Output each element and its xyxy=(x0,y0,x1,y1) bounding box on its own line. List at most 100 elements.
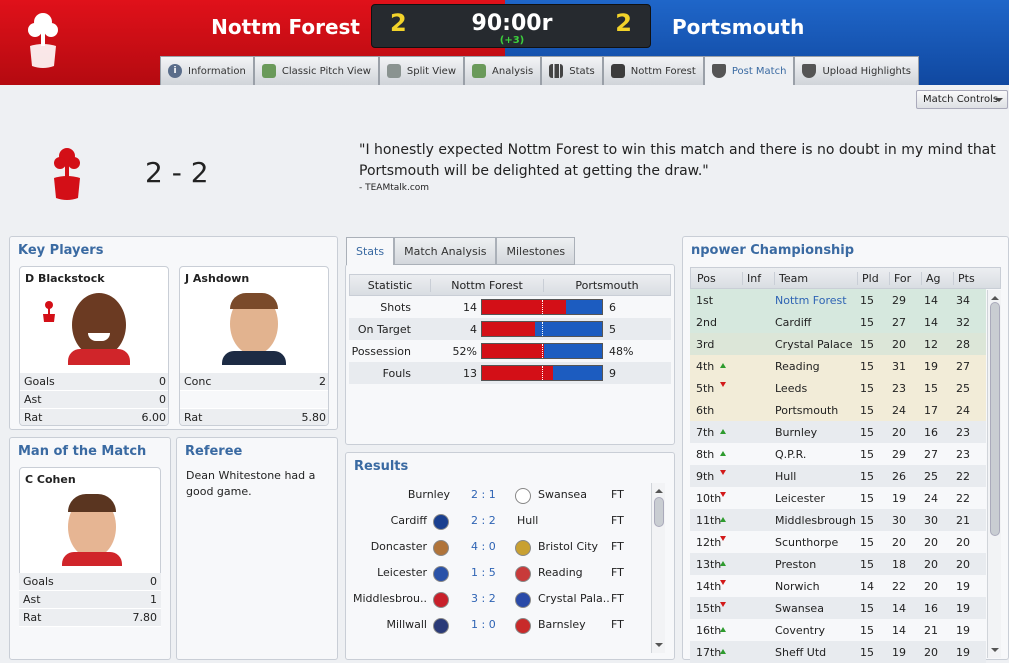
away-club: Swansea xyxy=(538,488,587,501)
league-row[interactable]: 8th Q.P.R. 15 29 27 23 xyxy=(690,443,986,465)
league-row[interactable]: 6th Portsmouth 15 24 17 24 xyxy=(690,399,986,421)
panel-title: Referee xyxy=(185,444,243,459)
scroll-up-icon[interactable] xyxy=(991,292,999,300)
scroll-down-icon[interactable] xyxy=(991,648,999,656)
result-score: 2 : 2 xyxy=(471,514,496,527)
result-row[interactable]: Cardiff 2 : 2 Hull FT xyxy=(355,508,645,534)
cell-team[interactable]: Sheff Utd xyxy=(775,646,826,659)
tab-milestones[interactable]: Milestones xyxy=(496,237,576,265)
scroll-up-icon[interactable] xyxy=(655,485,663,493)
tab-upload-highlights[interactable]: Upload Highlights xyxy=(794,56,920,85)
cell-team[interactable]: Leicester xyxy=(775,492,825,505)
cell-team[interactable]: Burnley xyxy=(775,426,817,439)
column-header-for[interactable]: For xyxy=(890,271,922,285)
cell-team[interactable]: Hull xyxy=(775,470,796,483)
tab-post-match[interactable]: Post Match xyxy=(703,56,795,85)
league-row[interactable]: 12th Scunthorpe 15 20 20 20 xyxy=(690,531,986,553)
tab-match-analysis[interactable]: Match Analysis xyxy=(394,237,497,265)
result-row[interactable]: Millwall 1 : 0 Barnsley FT xyxy=(355,612,645,638)
panel-title: npower Championship xyxy=(691,243,855,258)
club-badge-icon xyxy=(515,488,531,504)
cell-pld: 15 xyxy=(860,404,874,417)
league-row[interactable]: 16th Coventry 15 14 21 19 xyxy=(690,619,986,641)
league-row[interactable]: 13th Preston 15 18 20 20 xyxy=(690,553,986,575)
cell-team[interactable]: Leeds xyxy=(775,382,807,395)
cell-ag: 12 xyxy=(924,338,938,351)
player-card-ashdown[interactable]: J Ashdown Conc 2 Rat 5.80 xyxy=(179,266,329,426)
tab-information[interactable]: i Information xyxy=(160,56,254,85)
arrow-down-icon xyxy=(720,580,726,588)
match-controls-dropdown[interactable]: Match Controls xyxy=(916,90,1008,109)
cell-pts: 28 xyxy=(956,338,970,351)
cell-team[interactable]: Preston xyxy=(775,558,816,571)
column-header-inf[interactable]: Inf xyxy=(743,271,775,285)
scroll-thumb[interactable] xyxy=(654,497,664,527)
tab-stats[interactable]: Stats xyxy=(346,237,395,265)
league-row[interactable]: 7th Burnley 15 20 16 23 xyxy=(690,421,986,443)
split-view-icon xyxy=(386,64,401,78)
player-portrait xyxy=(68,293,130,365)
scroll-thumb[interactable] xyxy=(990,302,1000,536)
tab-label: Stats xyxy=(569,65,595,77)
results-scrollbar[interactable] xyxy=(651,483,665,653)
result-score: 1 : 5 xyxy=(471,566,496,579)
cell-team[interactable]: Swansea xyxy=(775,602,824,615)
cell-team[interactable]: Reading xyxy=(775,360,820,373)
league-row[interactable]: 14th Norwich 14 22 20 19 xyxy=(690,575,986,597)
player-card-blackstock[interactable]: D Blackstock Goals 0 Ast 0 Rat 6.00 xyxy=(19,266,169,426)
stat-value: 7.80 xyxy=(132,611,158,624)
cell-team[interactable]: Q.P.R. xyxy=(775,448,806,461)
cell-pld: 15 xyxy=(860,602,874,615)
column-header-team[interactable]: Team xyxy=(775,271,858,285)
cell-team[interactable]: Portsmouth xyxy=(775,404,838,417)
match-status: FT xyxy=(611,540,624,553)
cell-pts: 24 xyxy=(956,404,970,417)
tab-label: Classic Pitch View xyxy=(281,65,371,77)
league-row[interactable]: 2nd Cardiff 15 27 14 32 xyxy=(690,311,986,333)
tab-nottm-forest[interactable]: Nottm Forest xyxy=(602,56,704,85)
home-share-fill xyxy=(482,344,545,358)
cell-team[interactable]: Coventry xyxy=(775,624,825,637)
away-score: 2 xyxy=(615,9,632,37)
cell-team[interactable]: Middlesbrough xyxy=(775,514,856,527)
league-row[interactable]: 9th Hull 15 26 25 22 xyxy=(690,465,986,487)
tab-classic-pitch-view[interactable]: Classic Pitch View xyxy=(253,56,379,85)
result-row[interactable]: Leicester 1 : 5 Reading FT xyxy=(355,560,645,586)
result-row[interactable]: Doncaster 4 : 0 Bristol City FT xyxy=(355,534,645,560)
cell-for: 23 xyxy=(892,382,906,395)
league-row[interactable]: 3rd Crystal Palace 15 20 12 28 xyxy=(690,333,986,355)
cell-pld: 15 xyxy=(860,624,874,637)
league-row[interactable]: 1st Nottm Forest 15 29 14 34 xyxy=(690,289,986,311)
league-row[interactable]: 10th Leicester 15 19 24 22 xyxy=(690,487,986,509)
result-row[interactable]: Burnley 2 : 1 Swansea FT xyxy=(355,482,645,508)
cell-pld: 15 xyxy=(860,294,874,307)
result-row[interactable]: Middlesbrou.. 3 : 2 Crystal Pala.. FT xyxy=(352,586,645,612)
league-row[interactable]: 15th Swansea 15 14 16 19 xyxy=(690,597,986,619)
view-tabs: i Information Classic Pitch View Split Vi… xyxy=(160,56,920,85)
league-row[interactable]: 4th Reading 15 31 19 27 xyxy=(690,355,986,377)
home-club: Middlesbrou.. xyxy=(352,592,427,605)
tab-split-view[interactable]: Split View xyxy=(378,56,465,85)
cell-pld: 15 xyxy=(860,338,874,351)
league-row[interactable]: 5th Leeds 15 23 15 25 xyxy=(690,377,986,399)
stats-tabs: Stats Match Analysis Milestones xyxy=(346,237,576,265)
arrow-down-icon xyxy=(720,536,726,544)
cell-team[interactable]: Nottm Forest xyxy=(775,294,847,307)
tab-stats[interactable]: Stats xyxy=(541,56,603,85)
cell-pos: 14th xyxy=(696,580,722,593)
league-row[interactable]: 11th Middlesbrough 15 30 30 21 xyxy=(690,509,986,531)
cell-team[interactable]: Crystal Palace xyxy=(775,338,853,351)
column-header-pts[interactable]: Pts xyxy=(954,272,1000,285)
league-scrollbar[interactable] xyxy=(987,290,1001,658)
column-header-ag[interactable]: Ag xyxy=(922,271,954,285)
cell-pts: 20 xyxy=(956,536,970,549)
cell-team[interactable]: Cardiff xyxy=(775,316,811,329)
cell-team[interactable]: Scunthorpe xyxy=(775,536,838,549)
tab-analysis[interactable]: Analysis xyxy=(464,56,542,85)
column-header-pld[interactable]: Pld xyxy=(858,271,890,285)
cell-pos: 8th xyxy=(696,448,715,461)
player-name: C Cohen xyxy=(25,473,76,486)
cell-team[interactable]: Norwich xyxy=(775,580,820,593)
scroll-down-icon[interactable] xyxy=(655,643,663,651)
column-header-pos[interactable]: Pos xyxy=(691,271,743,285)
